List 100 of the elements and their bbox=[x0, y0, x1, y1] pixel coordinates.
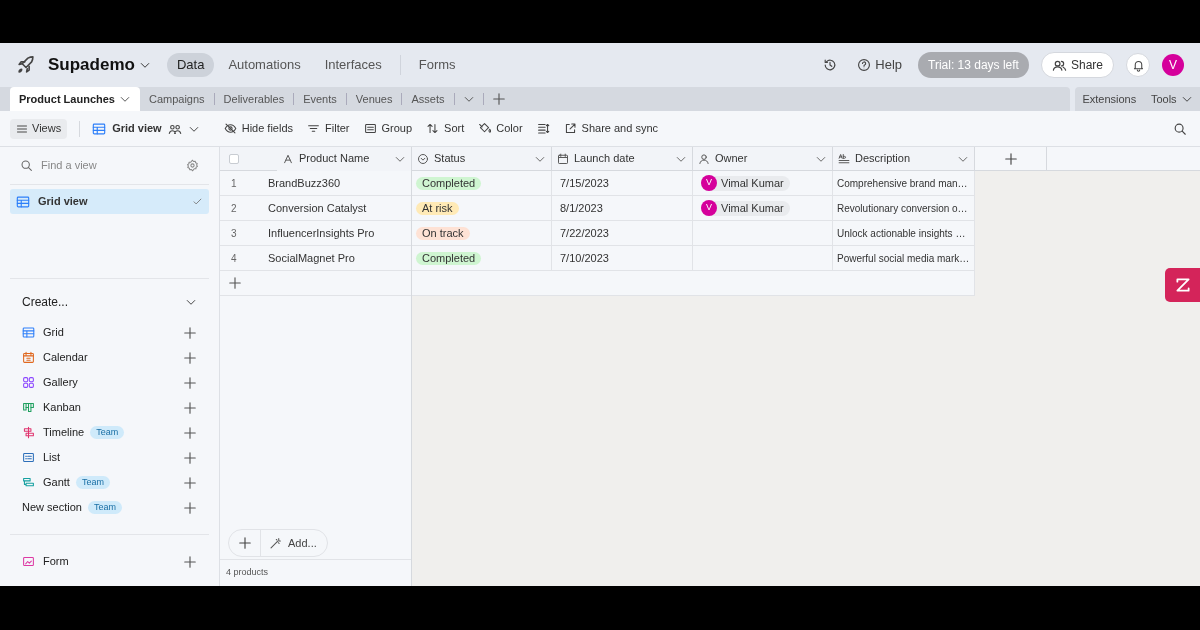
section-title: Create... bbox=[22, 293, 69, 311]
help-button[interactable]: Help bbox=[857, 55, 903, 75]
calendar-icon bbox=[22, 351, 35, 364]
base-name[interactable]: Supademo bbox=[48, 52, 135, 78]
user-name: Vimal Kumar bbox=[721, 200, 784, 216]
nav-tab[interactable]: Data bbox=[166, 53, 215, 77]
add-button[interactable] bbox=[183, 450, 197, 465]
notifications-button[interactable] bbox=[1126, 53, 1150, 77]
magic-wand-icon bbox=[269, 536, 282, 550]
create-view-item[interactable]: List bbox=[22, 449, 61, 466]
views-button[interactable]: Views bbox=[10, 118, 68, 139]
status-tag: Completed bbox=[416, 251, 482, 265]
column-header[interactable]: Description bbox=[833, 147, 975, 171]
create-view-item[interactable]: Gantt bbox=[22, 474, 70, 491]
view-item[interactable]: Grid view bbox=[10, 189, 209, 214]
tools-menu[interactable]: Tools bbox=[1150, 90, 1193, 108]
plus-icon bbox=[183, 475, 197, 490]
table-tab[interactable]: Assets bbox=[402, 87, 454, 111]
sort-icon bbox=[426, 122, 440, 135]
grid-icon bbox=[92, 121, 107, 136]
table-tab[interactable]: Campaigns bbox=[139, 87, 214, 111]
timeline-icon bbox=[22, 426, 35, 439]
create-view-item[interactable]: Kanban bbox=[22, 399, 81, 416]
row-height-button[interactable] bbox=[536, 122, 550, 135]
nav-tab[interactable]: Forms bbox=[408, 53, 466, 77]
list-icon bbox=[22, 451, 35, 464]
add-button[interactable] bbox=[183, 350, 197, 365]
add-button[interactable] bbox=[183, 375, 197, 390]
add-field-button[interactable] bbox=[975, 147, 1047, 171]
team-badge: Team bbox=[87, 501, 122, 514]
select-all-checkbox[interactable] bbox=[229, 153, 239, 164]
floating-widget-button[interactable] bbox=[1165, 268, 1200, 302]
hide-fields-button[interactable]: Hide fields bbox=[223, 120, 294, 137]
plus-icon bbox=[228, 276, 242, 290]
share-button[interactable]: Share bbox=[1040, 52, 1114, 78]
add-button[interactable] bbox=[183, 475, 197, 490]
plus-icon bbox=[183, 554, 197, 569]
sort-button[interactable]: Sort bbox=[426, 120, 465, 137]
table-cell-text: SocialMagnet Pro bbox=[268, 250, 355, 266]
user-avatar[interactable]: V bbox=[1162, 54, 1184, 76]
plus-icon bbox=[183, 350, 197, 365]
nav-tab[interactable]: Interfaces bbox=[314, 53, 392, 77]
grid-icon bbox=[16, 194, 30, 209]
new-section-button[interactable]: New section bbox=[22, 499, 82, 516]
add-button[interactable] bbox=[183, 554, 197, 569]
gear-icon bbox=[186, 159, 199, 172]
extensions-button[interactable]: Extensions bbox=[1082, 90, 1137, 108]
history-icon bbox=[823, 58, 838, 72]
column-header[interactable]: Status bbox=[412, 147, 552, 171]
table-cell-text: InfluencerInsights Pro bbox=[268, 225, 375, 241]
add-button[interactable] bbox=[183, 400, 197, 415]
find-view-field[interactable]: Find a view bbox=[41, 157, 178, 174]
row-number: 4 bbox=[230, 251, 238, 266]
table-cell: 7/15/2023 bbox=[552, 171, 693, 196]
search-button[interactable] bbox=[1173, 121, 1187, 136]
table-tab[interactable]: Deliverables bbox=[214, 87, 294, 111]
add-row-button[interactable] bbox=[228, 276, 242, 290]
group-icon bbox=[363, 122, 377, 135]
status-field-icon bbox=[417, 152, 429, 165]
user-avatar: V bbox=[701, 200, 717, 216]
grid-icon bbox=[22, 326, 35, 339]
add-button[interactable] bbox=[183, 325, 197, 340]
share-external-icon bbox=[563, 122, 577, 135]
group-button[interactable]: Group bbox=[363, 120, 413, 137]
status-tag: Completed bbox=[416, 176, 482, 190]
table-tab[interactable]: Product Launches bbox=[10, 87, 140, 111]
view-switcher[interactable]: Grid view bbox=[92, 120, 200, 137]
create-view-item[interactable]: Calendar bbox=[22, 349, 88, 366]
column-header[interactable]: Launch date bbox=[552, 147, 693, 171]
long-text-field-icon bbox=[838, 152, 850, 165]
table-cell: 8/1/2023 bbox=[552, 196, 693, 221]
create-view-item[interactable]: Gallery bbox=[22, 374, 78, 391]
check-icon bbox=[192, 196, 203, 207]
row-number: 3 bbox=[230, 226, 238, 241]
share-sync-button[interactable]: Share and sync bbox=[563, 120, 658, 137]
color-button[interactable]: Color bbox=[478, 120, 523, 137]
eye-off-icon bbox=[223, 122, 237, 135]
user-avatar: V bbox=[701, 175, 717, 191]
menu-icon bbox=[16, 122, 28, 135]
create-view-item[interactable]: Form bbox=[22, 553, 69, 570]
add-button[interactable] bbox=[183, 425, 197, 440]
plus-icon bbox=[183, 450, 197, 465]
record-count: 4 products bbox=[226, 566, 269, 580]
filter-button[interactable]: Filter bbox=[307, 120, 350, 137]
plus-icon bbox=[183, 325, 197, 340]
search-icon bbox=[1173, 121, 1187, 136]
user-icon bbox=[698, 152, 710, 165]
add-button[interactable] bbox=[183, 500, 197, 515]
table-cell: Unlock actionable insights … bbox=[833, 221, 975, 246]
kanban-icon bbox=[22, 401, 35, 414]
table-cell: Comprehensive brand man… bbox=[833, 171, 975, 196]
table-cell: 7/22/2023 bbox=[552, 221, 693, 246]
create-view-item[interactable]: Timeline bbox=[22, 424, 85, 441]
nav-tab[interactable]: Automations bbox=[218, 53, 311, 77]
table-tab[interactable]: Venues bbox=[346, 87, 402, 111]
row-number: 2 bbox=[230, 201, 238, 216]
history-button[interactable] bbox=[823, 58, 838, 72]
create-view-item[interactable]: Grid bbox=[22, 324, 64, 341]
column-header[interactable]: Owner bbox=[693, 147, 833, 171]
table-tab[interactable]: Events bbox=[294, 87, 346, 111]
